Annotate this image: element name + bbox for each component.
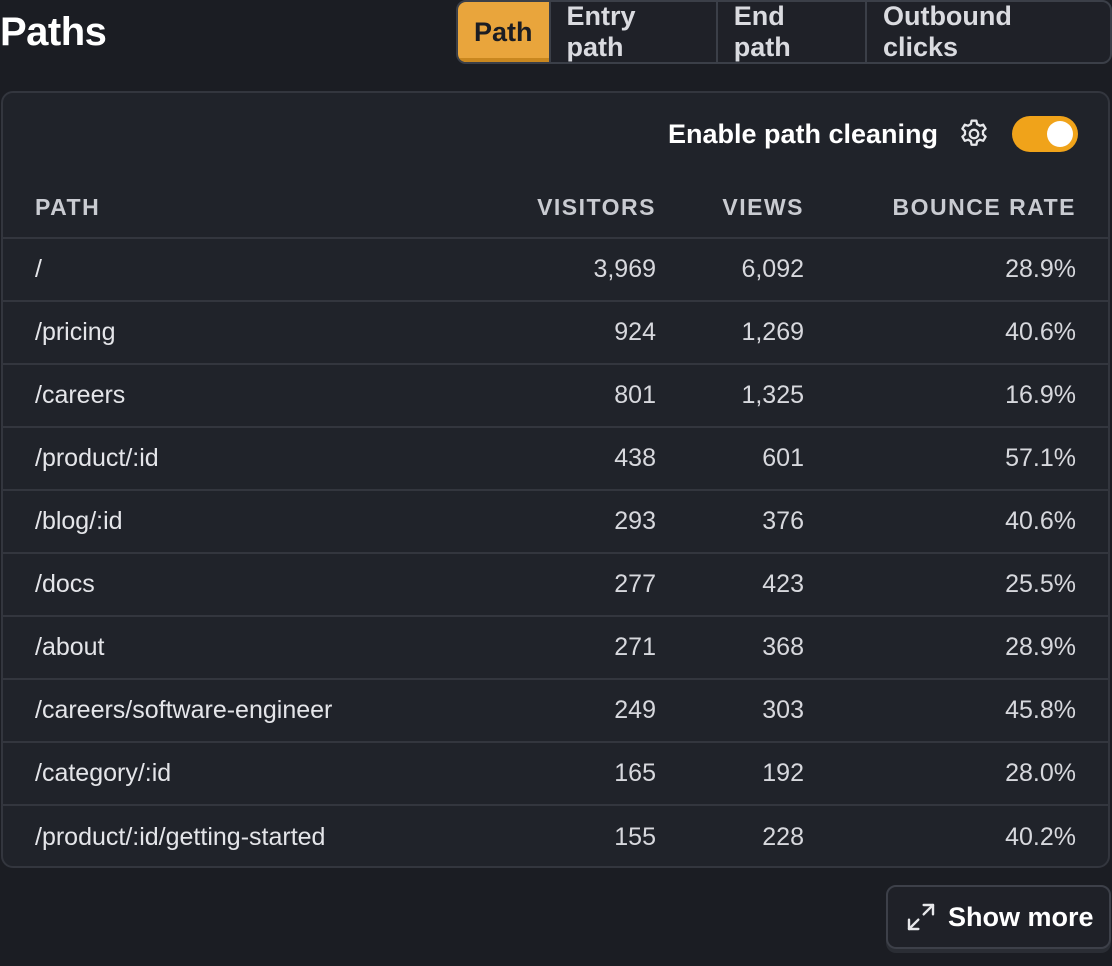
paths-panel: Enable path cleaning PATH VISITORS VIEWS… (1, 91, 1110, 868)
page-title: Paths (0, 10, 107, 54)
visitors-cell: 249 (614, 696, 656, 724)
views-cell: 6,092 (741, 255, 804, 283)
path-cell[interactable]: /category/:id (35, 759, 171, 788)
views-cell: 423 (762, 570, 804, 598)
visitors-cell: 165 (614, 759, 656, 787)
bounce-rate-cell: 45.8% (1005, 696, 1076, 724)
visitors-cell: 293 (614, 507, 656, 535)
table-row[interactable]: /about 271 368 28.9% (3, 617, 1108, 680)
table-row[interactable]: /product/:id 438 601 57.1% (3, 428, 1108, 491)
show-more-button[interactable]: Show more (886, 885, 1111, 949)
column-header-path[interactable]: PATH (35, 194, 100, 221)
column-header-views[interactable]: VIEWS (722, 194, 804, 221)
table-row[interactable]: / 3,969 6,092 28.9% (3, 239, 1108, 302)
tab-group: Path Entry path End path Outbound clicks (456, 0, 1112, 64)
bounce-rate-cell: 28.9% (1005, 633, 1076, 661)
bounce-rate-cell: 25.5% (1005, 570, 1076, 598)
bounce-rate-cell: 40.6% (1005, 507, 1076, 535)
path-cell[interactable]: / (35, 255, 42, 284)
bounce-rate-cell: 28.9% (1005, 255, 1076, 283)
visitors-cell: 801 (614, 381, 656, 409)
table-row[interactable]: /product/:id/getting-started 155 228 40.… (3, 806, 1108, 869)
bounce-rate-cell: 57.1% (1005, 444, 1076, 472)
expand-icon (904, 900, 938, 934)
visitors-cell: 438 (614, 444, 656, 472)
toggle-knob (1047, 121, 1073, 147)
column-header-bounce-rate[interactable]: BOUNCE RATE (893, 194, 1076, 221)
path-cell[interactable]: /careers/software-engineer (35, 696, 332, 725)
visitors-cell: 277 (614, 570, 656, 598)
views-cell: 1,325 (741, 381, 804, 409)
visitors-cell: 3,969 (593, 255, 656, 283)
table-row[interactable]: /careers 801 1,325 16.9% (3, 365, 1108, 428)
tab-path[interactable]: Path (458, 2, 549, 62)
show-more-label: Show more (948, 901, 1094, 932)
views-cell: 303 (762, 696, 804, 724)
views-cell: 368 (762, 633, 804, 661)
path-cell[interactable]: /careers (35, 381, 125, 410)
table-row[interactable]: /blog/:id 293 376 40.6% (3, 491, 1108, 554)
path-cell[interactable]: /product/:id/getting-started (35, 823, 325, 852)
path-cleaning-toggle[interactable] (1012, 116, 1078, 152)
path-cleaning-label: Enable path cleaning (667, 118, 938, 149)
table-header: PATH VISITORS VIEWS BOUNCE RATE (3, 177, 1108, 239)
table-row[interactable]: /docs 277 423 25.5% (3, 554, 1108, 617)
views-cell: 601 (762, 444, 804, 472)
table-row[interactable]: /careers/software-engineer 249 303 45.8% (3, 680, 1108, 743)
path-cell[interactable]: /docs (35, 570, 95, 599)
views-cell: 228 (762, 823, 804, 851)
path-cleaning-control: Enable path cleaning (668, 113, 1078, 155)
paths-table: PATH VISITORS VIEWS BOUNCE RATE / 3,969 … (3, 177, 1108, 869)
tab-entry-path[interactable]: Entry path (548, 2, 716, 62)
bounce-rate-cell: 40.2% (1005, 823, 1076, 851)
paths-widget: Paths Path Entry path End path Outbound … (0, 0, 1112, 966)
bounce-rate-cell: 28.0% (1005, 759, 1076, 787)
table-row[interactable]: /pricing 924 1,269 40.6% (3, 302, 1108, 365)
tab-outbound-clicks[interactable]: Outbound clicks (864, 2, 1110, 62)
column-header-visitors[interactable]: VISITORS (537, 194, 656, 221)
bounce-rate-cell: 40.6% (1005, 318, 1076, 346)
tab-end-path[interactable]: End path (715, 2, 865, 62)
visitors-cell: 924 (614, 318, 656, 346)
gear-icon[interactable] (956, 116, 992, 152)
path-cell[interactable]: /pricing (35, 318, 116, 347)
table-row[interactable]: /category/:id 165 192 28.0% (3, 743, 1108, 806)
path-cell[interactable]: /product/:id (35, 444, 159, 473)
views-cell: 1,269 (741, 318, 804, 346)
visitors-cell: 271 (614, 633, 656, 661)
views-cell: 376 (762, 507, 804, 535)
bounce-rate-cell: 16.9% (1005, 381, 1076, 409)
views-cell: 192 (762, 759, 804, 787)
path-cell[interactable]: /about (35, 633, 105, 662)
path-cell[interactable]: /blog/:id (35, 507, 123, 536)
visitors-cell: 155 (614, 823, 656, 851)
